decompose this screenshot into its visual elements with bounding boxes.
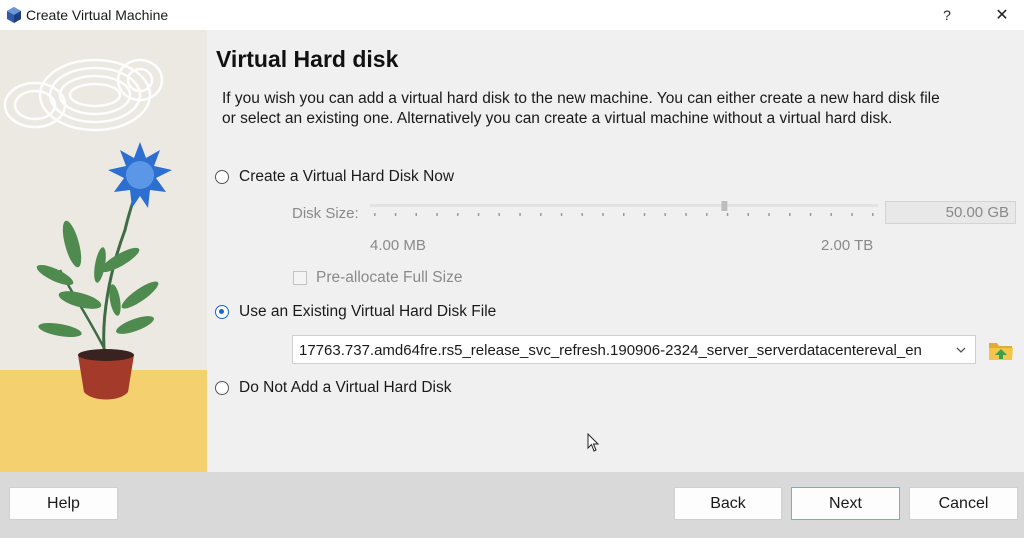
create-new-disk-option[interactable]: Create a Virtual Hard Disk Now: [215, 167, 454, 187]
slider-tick: [706, 213, 708, 216]
page-title: Virtual Hard disk: [216, 46, 399, 72]
slider-tick: [374, 213, 376, 216]
slider-tick: [457, 213, 459, 216]
slider-tick: [415, 213, 417, 216]
use-existing-disk-option[interactable]: Use an Existing Virtual Hard Disk File: [215, 302, 496, 322]
disk-size-min-label: 4.00 MB: [370, 237, 426, 254]
slider-tick: [872, 213, 874, 216]
slider-tick: [498, 213, 500, 216]
slider-tick: [789, 213, 791, 216]
title-bar: Create Virtual Machine ? ✕: [0, 0, 1024, 30]
no-disk-label: Do Not Add a Virtual Hard Disk: [239, 379, 452, 396]
title-help-button[interactable]: ?: [925, 0, 969, 30]
slider-tick: [602, 213, 604, 216]
disk-size-max-label: 2.00 TB: [821, 237, 874, 254]
existing-disk-select[interactable]: 17763.737.amd64fre.rs5_release_svc_refre…: [292, 335, 976, 364]
chevron-down-icon: [956, 347, 966, 353]
wizard-illustration: [0, 30, 207, 472]
back-button[interactable]: Back: [674, 487, 782, 520]
use-existing-disk-radio[interactable]: [215, 305, 229, 319]
slider-tick: [685, 213, 687, 216]
cancel-button[interactable]: Cancel: [909, 487, 1018, 520]
preallocate-checkbox[interactable]: [293, 271, 307, 285]
use-existing-disk-label: Use an Existing Virtual Hard Disk File: [239, 303, 497, 320]
existing-disk-select-value: 17763.737.amd64fre.rs5_release_svc_refre…: [299, 342, 922, 359]
slider-tick: [581, 213, 583, 216]
slider-tick: [830, 213, 832, 216]
slider-tick: [851, 213, 853, 216]
slider-tick: [747, 213, 749, 216]
slider-tick: [394, 213, 397, 216]
disk-size-label: Disk Size:: [292, 205, 359, 222]
slider-tick: [436, 213, 438, 216]
no-disk-option[interactable]: Do Not Add a Virtual Hard Disk: [215, 378, 452, 398]
slider-tick: [519, 213, 521, 216]
slider-tick: [643, 213, 646, 216]
disk-size-value[interactable]: 50.00 GB: [885, 201, 1016, 224]
slider-tick: [664, 213, 666, 216]
page-description: If you wish you can add a virtual hard d…: [222, 90, 940, 127]
folder-open-icon[interactable]: [988, 338, 1014, 362]
preallocate-label: Pre-allocate Full Size: [316, 269, 463, 286]
slider-tick: [768, 213, 770, 216]
preallocate-option[interactable]: Pre-allocate Full Size: [293, 269, 462, 287]
disk-size-slider[interactable]: [370, 201, 878, 221]
mouse-cursor-icon: [587, 433, 600, 452]
create-new-disk-radio[interactable]: [215, 170, 229, 184]
slider-tick: [809, 213, 812, 216]
slider-tick: [540, 213, 542, 216]
slider-tick: [560, 213, 563, 216]
help-button[interactable]: Help: [9, 487, 118, 520]
disk-size-slider-thumb[interactable]: [721, 201, 728, 211]
slider-tick: [623, 213, 625, 216]
slider-tick: [477, 213, 480, 216]
slider-tick: [726, 213, 729, 216]
window-title: Create Virtual Machine: [26, 7, 169, 23]
virtualbox-app-icon: [7, 7, 21, 23]
no-disk-radio[interactable]: [215, 381, 229, 395]
close-button[interactable]: ✕: [980, 0, 1024, 30]
next-button[interactable]: Next: [791, 487, 900, 520]
create-new-disk-label: Create a Virtual Hard Disk Now: [239, 168, 455, 185]
